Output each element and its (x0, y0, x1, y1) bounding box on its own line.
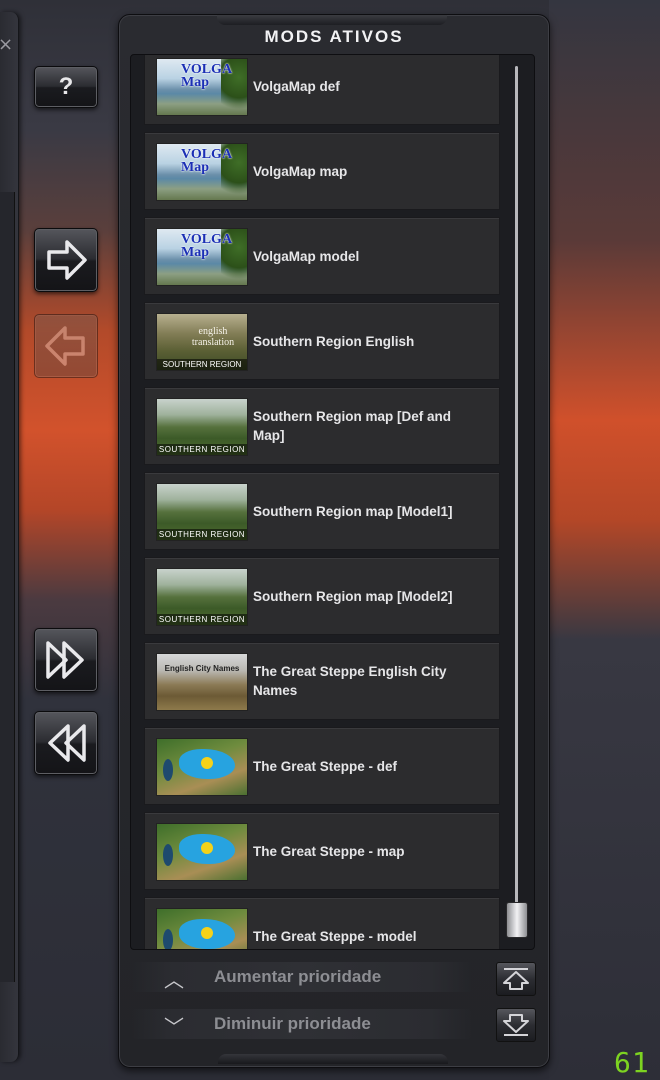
activate-all-mods-button[interactable] (34, 628, 98, 692)
move-bottom-icon (503, 1014, 529, 1036)
mod-name: Southern Region map [Model2] (253, 588, 453, 604)
mod-list-item[interactable]: SOUTHERN REGION Southern Region map [Mode… (144, 557, 500, 635)
mod-thumbnail: VOLGA Map (156, 143, 248, 201)
mod-name: Southern Region map [Model1] (253, 503, 453, 519)
mod-thumbnail: SOUTHERN REGION (156, 483, 248, 541)
inactive-mods-panel-edge: × (0, 12, 19, 1062)
background-scene-right (549, 0, 660, 1080)
chevron-down-icon: ﹀ (164, 1015, 184, 1039)
thumbnail-caption: SOUTHERN REGION (157, 359, 247, 370)
mod-name: The Great Steppe English City Names (253, 664, 447, 698)
mod-list-item[interactable]: VOLGA Map VolgaMap def (144, 55, 500, 125)
mod-list-item[interactable]: english translation SOUTHERN REGION Southe… (144, 302, 500, 380)
mod-list-item[interactable]: English City Names The Great Steppe Engli… (144, 642, 500, 720)
fps-counter: 61 (614, 1046, 650, 1079)
chevron-up-icon: ︿ (164, 968, 184, 992)
increase-priority-button[interactable]: ︿ Aumentar prioridade (132, 962, 472, 992)
activate-mod-button[interactable] (34, 228, 98, 292)
mod-name: VolgaMap map (253, 163, 348, 179)
mod-name: Southern Region map [Def and Map] (253, 409, 452, 443)
thumbnail-caption: SOUTHERN REGION (157, 614, 247, 625)
mod-thumbnail (156, 823, 248, 881)
panel-title: MODS ATIVOS (264, 27, 404, 46)
thumbnail-text: English City Names (164, 664, 240, 673)
mod-name: VolgaMap def (253, 78, 340, 94)
mod-name: Southern Region English (253, 333, 415, 349)
mod-name: VolgaMap model (253, 248, 360, 264)
decrease-priority-label: Diminuir prioridade (214, 1014, 371, 1033)
mod-thumbnail: english translation SOUTHERN REGION (156, 313, 248, 371)
close-icon[interactable]: × (0, 34, 13, 55)
mod-thumbnail: VOLGA Map (156, 58, 248, 116)
move-top-icon (503, 968, 529, 990)
increase-priority-label: Aumentar prioridade (214, 967, 382, 986)
mod-list-item[interactable]: VOLGA Map VolgaMap model (144, 217, 500, 295)
mods-list-items: VOLGA Map VolgaMap def VOLGA Map VolgaMap m… (144, 55, 500, 949)
help-button[interactable]: ? (34, 66, 98, 108)
arrow-right-icon (47, 240, 87, 280)
mod-name: The Great Steppe - model (253, 928, 417, 944)
active-mods-list[interactable]: VOLGA Map VolgaMap def VOLGA Map VolgaMap m… (130, 54, 535, 950)
thumbnail-text: english translation (191, 326, 235, 348)
panel-bottom-bar (218, 1054, 448, 1064)
mod-list-item[interactable]: SOUTHERN REGION Southern Region map [Mode… (144, 472, 500, 550)
move-to-top-button[interactable] (496, 962, 536, 996)
double-arrow-right-icon (46, 641, 84, 679)
double-arrow-left-icon (48, 724, 86, 762)
decrease-priority-button[interactable]: ﹀ Diminuir prioridade (132, 1009, 472, 1039)
mod-name: The Great Steppe - def (253, 758, 398, 774)
inactive-mods-list-edge (0, 192, 15, 982)
mod-list-item[interactable]: VOLGA Map VolgaMap map (144, 132, 500, 210)
mod-thumbnail (156, 908, 248, 949)
arrow-left-icon (45, 326, 85, 366)
mod-name: The Great Steppe - map (253, 843, 405, 859)
deactivate-all-mods-button[interactable] (34, 711, 98, 775)
mod-thumbnail: English City Names (156, 653, 248, 711)
thumbnail-caption: SOUTHERN REGION (157, 529, 247, 540)
mod-list-item[interactable]: The Great Steppe - map (144, 812, 500, 890)
thumbnail-logo: VOLGA Map (181, 62, 232, 90)
panel-title-bar (217, 15, 447, 25)
mod-list-item[interactable]: The Great Steppe - def (144, 727, 500, 805)
thumbnail-logo: VOLGA Map (181, 232, 232, 260)
mod-list-item[interactable]: The Great Steppe - model (144, 897, 500, 949)
scrollbar-track[interactable] (515, 66, 518, 938)
mod-thumbnail: SOUTHERN REGION (156, 398, 248, 456)
thumbnail-caption: SOUTHERN REGION (157, 444, 247, 455)
mod-list-item[interactable]: SOUTHERN REGION Southern Region map [Def … (144, 387, 500, 465)
mod-thumbnail (156, 738, 248, 796)
mod-thumbnail: VOLGA Map (156, 228, 248, 286)
thumbnail-logo: VOLGA Map (181, 147, 232, 175)
mod-thumbnail: SOUTHERN REGION (156, 568, 248, 626)
scrollbar-thumb[interactable] (506, 902, 528, 938)
deactivate-mod-button[interactable] (34, 314, 98, 378)
move-to-bottom-button[interactable] (496, 1008, 536, 1042)
